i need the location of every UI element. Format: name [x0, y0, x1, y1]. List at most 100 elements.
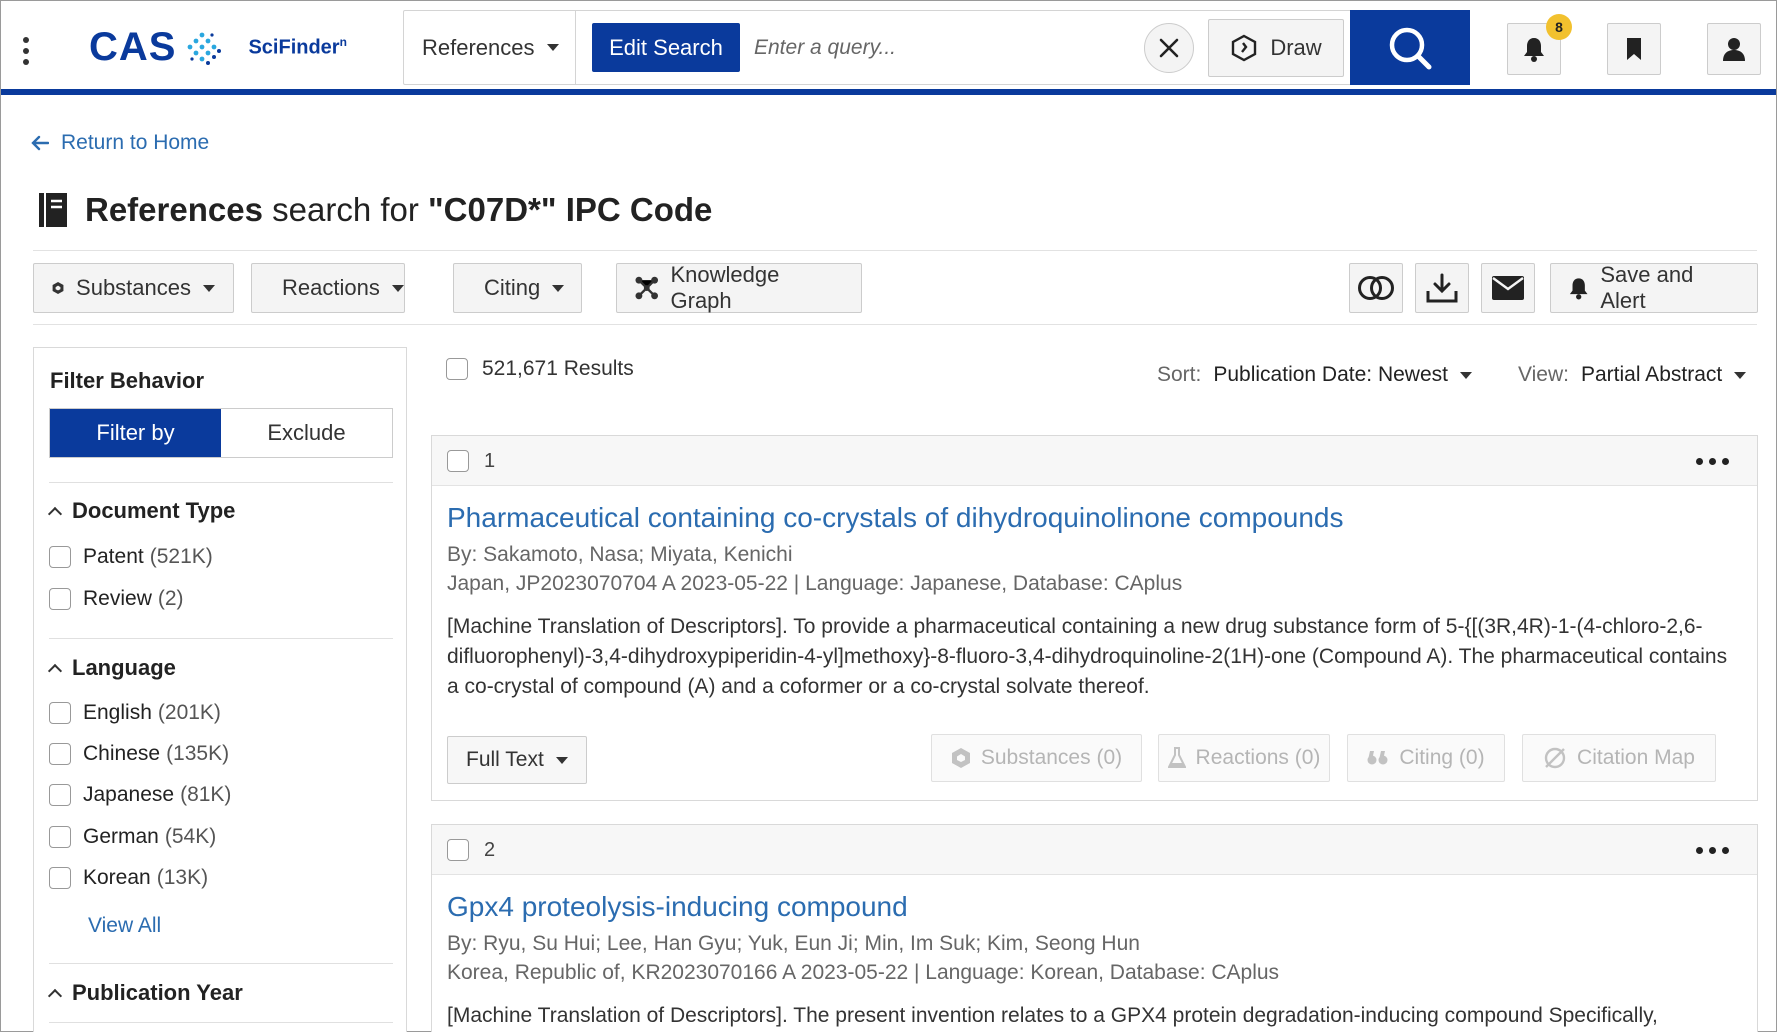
bell-icon [1524, 38, 1544, 62]
divider [49, 963, 393, 964]
return-to-home-label: Return to Home [61, 131, 210, 154]
more-options-icon[interactable] [1696, 847, 1729, 854]
cas-scifinder-logo[interactable]: CAS SciFindern [89, 25, 347, 70]
save-and-alert-button[interactable]: Save and Alert [1550, 262, 1758, 313]
document-type-section-toggle[interactable]: Document Type [47, 498, 236, 524]
result-source: Japan, JP2023070704 A 2023-05-22 | Langu… [447, 572, 1183, 595]
draw-structure-button[interactable]: Draw [1208, 19, 1344, 77]
notifications-button[interactable]: 8 [1507, 14, 1572, 75]
language-section-toggle[interactable]: Language [47, 655, 176, 681]
checkbox[interactable] [49, 867, 71, 889]
result-reactions-button[interactable]: Reactions (0) [1158, 734, 1330, 782]
result-substances-label: Substances (0) [980, 746, 1123, 769]
chevron-down-icon [391, 284, 404, 292]
checkbox[interactable] [49, 546, 71, 568]
filter-option-count: (81K) [180, 783, 232, 806]
user-icon [1723, 38, 1745, 61]
bell-icon [1569, 278, 1588, 300]
view-all-languages-link[interactable]: View All [88, 914, 161, 938]
filter-option-patent[interactable]: Patent (521K) [49, 545, 213, 569]
chevron-down-icon [552, 284, 565, 292]
view-label: View: [1518, 363, 1569, 386]
result-citation-map-button[interactable]: Citation Map [1522, 734, 1716, 782]
exclude-button[interactable]: Exclude [221, 409, 392, 457]
full-text-dropdown-button[interactable]: Full Text [447, 736, 587, 784]
divider [49, 1022, 393, 1023]
filter-option-label: Chinese [83, 742, 161, 765]
search-type-dropdown[interactable]: References [404, 11, 576, 84]
scifinder-product-name: SciFindern [248, 35, 347, 59]
substances-dropdown-button[interactable]: Substances [33, 263, 234, 313]
result-title-link[interactable]: Gpx4 proteolysis-inducing compound [447, 891, 908, 923]
checkbox[interactable] [49, 702, 71, 724]
sort-control[interactable]: Sort: Publication Date: Newest [1157, 363, 1472, 387]
result-title-link[interactable]: Pharmaceutical containing co-crystals of… [447, 502, 1344, 534]
query-input[interactable] [754, 23, 1134, 72]
citing-dropdown-button[interactable]: Citing [453, 263, 582, 313]
download-button[interactable] [1415, 263, 1469, 313]
chevron-down-icon [1734, 371, 1747, 379]
download-icon [1426, 273, 1458, 303]
checkbox[interactable] [49, 784, 71, 806]
title-connector: search for [262, 191, 429, 228]
result-checkbox[interactable] [447, 450, 469, 472]
result-number: 1 [484, 450, 496, 472]
chevron-down-icon [203, 284, 215, 292]
combine-answer-sets-button[interactable] [1349, 263, 1403, 313]
result-card: 1 Pharmaceutical containing co-crystals … [431, 435, 1758, 801]
filter-option-count: (521K) [149, 545, 213, 568]
knowledge-graph-button[interactable]: Knowledge Graph [616, 262, 862, 313]
cas-logo-mark-icon [188, 32, 222, 65]
result-citation-map-label: Citation Map [1577, 746, 1695, 769]
view-value[interactable]: Partial Abstract [1581, 363, 1747, 387]
flask-icon [1167, 747, 1186, 768]
filter-option-german[interactable]: German (54K) [49, 825, 216, 849]
publication-year-section-toggle[interactable]: Publication Year [47, 980, 243, 1006]
publication-year-title: Publication Year [72, 980, 243, 1005]
citing-label: Citing [484, 275, 541, 300]
filter-option-label: Korean [83, 866, 151, 889]
document-type-title: Document Type [72, 498, 236, 523]
quote-icon [1367, 751, 1388, 765]
reactions-label: Reactions [282, 275, 380, 300]
main-menu-icon[interactable] [23, 37, 31, 65]
filter-option-japanese[interactable]: Japanese (81K) [49, 783, 231, 807]
filter-option-review[interactable]: Review (2) [49, 587, 184, 611]
checkbox[interactable] [49, 588, 71, 610]
result-substances-button[interactable]: Substances (0) [931, 734, 1142, 782]
view-control[interactable]: View: Partial Abstract [1518, 363, 1747, 387]
filter-sidebar: Filter Behavior Filter by Exclude Docume… [33, 347, 407, 1032]
notification-count-badge: 8 [1546, 14, 1572, 40]
filter-option-korean[interactable]: Korean (13K) [49, 866, 208, 890]
arrow-left-icon [31, 135, 49, 151]
more-options-icon[interactable] [1696, 458, 1729, 465]
combine-circles-icon [1358, 276, 1394, 300]
select-all-checkbox[interactable] [446, 358, 468, 380]
result-authors: By: Ryu, Su Hui; Lee, Han Gyu; Yuk, Eun … [447, 932, 1140, 955]
draw-label: Draw [1270, 35, 1322, 60]
page-title: References search for "C07D*" IPC Code [35, 191, 712, 229]
filter-by-button[interactable]: Filter by [50, 409, 221, 457]
email-results-button[interactable] [1481, 263, 1535, 313]
filter-option-english[interactable]: English (201K) [49, 701, 221, 725]
user-account-button[interactable] [1707, 23, 1761, 75]
clear-query-button[interactable] [1144, 23, 1194, 73]
result-card-header: 1 [432, 436, 1757, 486]
reactions-dropdown-button[interactable]: Reactions [251, 263, 405, 313]
result-reactions-label: Reactions (0) [1195, 746, 1321, 769]
saved-bookmarks-button[interactable] [1607, 23, 1661, 75]
search-bar: References Edit Search Draw [403, 10, 1470, 85]
chevron-up-icon [47, 988, 63, 1004]
substance-hexagon-icon [52, 281, 64, 295]
search-submit-button[interactable] [1350, 10, 1470, 85]
result-citing-button[interactable]: Citing (0) [1347, 734, 1505, 782]
return-to-home-link[interactable]: Return to Home [31, 131, 209, 155]
checkbox[interactable] [49, 826, 71, 848]
filter-option-chinese[interactable]: Chinese (135K) [49, 742, 229, 766]
checkbox[interactable] [49, 743, 71, 765]
result-checkbox[interactable] [447, 839, 469, 861]
filter-option-count: (54K) [164, 825, 217, 848]
sort-value[interactable]: Publication Date: Newest [1213, 363, 1472, 387]
select-all-results[interactable]: 521,671 Results [446, 357, 634, 381]
edit-search-button[interactable]: Edit Search [592, 23, 740, 72]
